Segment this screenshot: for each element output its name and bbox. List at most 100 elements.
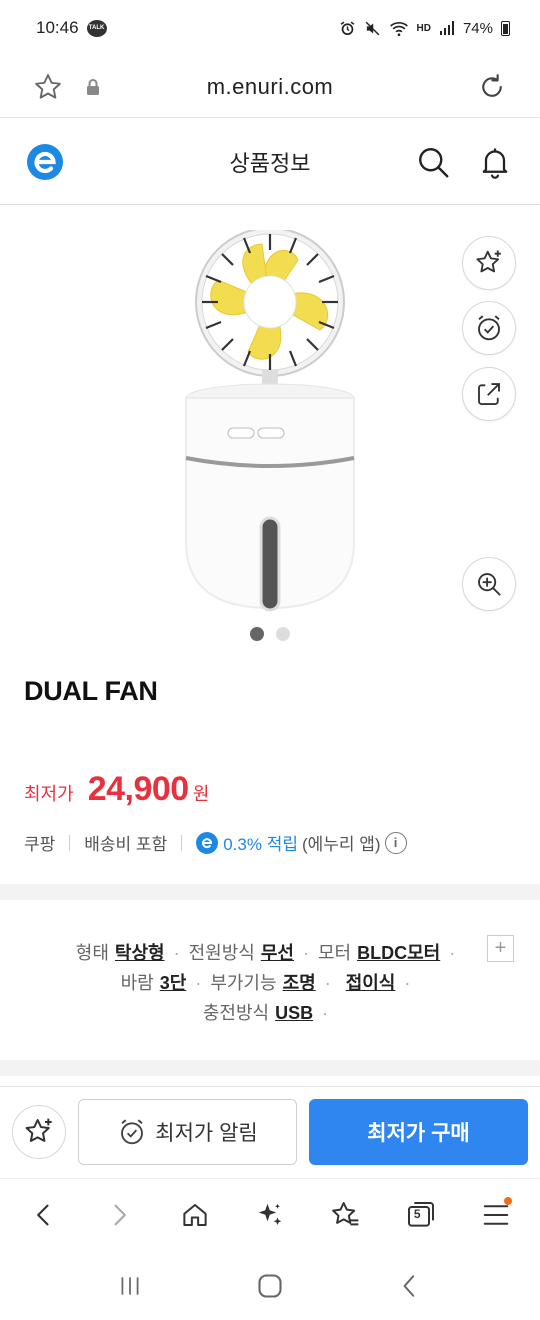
shipping-info-row: 쿠팡 배송비 포함 0.3% 적립 (에누리 앱) i [24,830,407,855]
product-image[interactable] [170,230,370,620]
price-alarm-button[interactable] [462,301,516,355]
app-header: 상품정보 [0,119,540,205]
system-back-icon[interactable] [388,1264,432,1308]
lock-icon [82,76,104,98]
bookmark-star-icon[interactable] [323,1193,367,1237]
search-icon[interactable] [414,143,452,181]
product-name: DUAL FAN [24,676,158,706]
spec-item: 접이식 [340,973,396,993]
spec-dot: · [404,973,411,993]
section-divider [0,884,540,900]
home-circle-icon[interactable] [248,1264,292,1308]
spec-dot: · [173,943,180,963]
lowest-price-alert-button[interactable]: 최저가 알림 [78,1099,297,1165]
star-outline-icon[interactable] [28,67,68,107]
share-button[interactable] [462,367,516,421]
price-label: 최저가 [24,784,74,804]
spec-dot: · [322,1003,329,1023]
spec-dot: · [324,973,331,993]
spec-item: 바람 3단 [121,973,187,993]
pagination-dot-active[interactable] [250,627,264,641]
forward-icon[interactable] [97,1193,141,1237]
spec-dot: · [195,973,202,993]
spec-value[interactable]: BLDC모터 [357,943,440,963]
spec-key: 부가기능 [210,973,277,993]
spec-item: 충전방식 USB [203,1003,313,1023]
spec-value[interactable]: 탁상형 [115,943,165,963]
spec-key: 전원방식 [188,943,255,963]
menu-icon[interactable] [474,1193,518,1237]
spec-value[interactable]: 조명 [283,973,316,993]
mute-icon [365,21,379,35]
pagination-dot[interactable] [276,627,290,641]
spec-dot: · [449,943,456,963]
spec-line: 형태 탁상형 · 전원방식 무선 · 모터 BLDC모터 · [0,939,540,965]
home-icon[interactable] [173,1193,217,1237]
alarm-icon [340,21,354,35]
spec-dot: · [302,943,309,963]
battery-icon [501,20,510,36]
notification-dot [504,1196,513,1205]
lowest-price-buy-button[interactable]: 최저가 구매 [309,1099,528,1165]
spec-line: 바람 3단 · 부가기능 조명 · 접이식 · [0,969,540,995]
shipping-info: 배송비 포함 [84,835,168,854]
cell-signal-icon [439,21,454,35]
price-row: 최저가 24,900 원 [24,770,209,809]
alarm-clock-icon [478,315,500,341]
wishlist-add-button[interactable] [462,236,516,290]
bell-icon[interactable] [476,143,514,181]
reward-rate: 0.3% 적립 [223,835,298,854]
recent-apps-icon[interactable] [108,1264,152,1308]
spec-value[interactable]: USB [275,1003,313,1023]
status-time: 10:46 [36,18,79,37]
zoom-in-icon [478,573,501,596]
buy-button-label: 최저가 구매 [367,1122,470,1145]
zoom-button[interactable] [462,557,516,611]
seller-name[interactable]: 쿠팡 [24,830,55,855]
spec-item: 부가기능 조명 [210,973,315,993]
enuri-point-icon [196,831,219,854]
system-navigation-bar [0,1252,540,1320]
spec-key: 모터 [317,943,352,963]
divider [69,834,71,851]
expand-specs-button[interactable]: + [487,935,514,962]
star-add-icon [476,250,501,273]
spec-summary: 형태 탁상형 · 전원방식 무선 · 모터 BLDC모터 · 바람 3단 · 부가기능 조명 · 접이식 · … [0,900,540,1060]
kakaotalk-notification-icon: TALK [86,19,107,37]
spec-value[interactable]: 접이식 [346,973,396,993]
spec-value[interactable]: 무선 [261,943,294,963]
star-add-icon [25,1118,52,1142]
header-actions [414,143,514,181]
share-icon [478,383,500,405]
spec-item: 전원방식 무선 [189,943,294,963]
reward-note: (에누리 앱) [301,835,381,854]
hd-voice-icon: HD [416,22,431,34]
product-image-gallery[interactable] [0,206,540,656]
divider [181,834,183,851]
wishlist-button[interactable] [12,1105,66,1159]
spec-line: 충전방식 USB · [0,999,540,1025]
spec-item: 모터 BLDC모터 [318,943,440,963]
tab-count: 5 [413,1206,421,1221]
price-unit: 원 [192,784,210,804]
info-icon[interactable]: i [384,831,407,854]
browser-navigation-bar: 5 [0,1178,540,1250]
browser-url-bar: m.enuri.com [0,56,540,118]
spec-value[interactable]: 3단 [160,973,187,993]
tabs-icon[interactable]: 5 [399,1193,443,1237]
back-icon[interactable] [22,1193,66,1237]
spec-item: 형태 탁상형 [76,943,165,963]
status-bar: 10:46 TALK HD 74% [0,0,540,56]
spec-key: 바람 [120,973,154,993]
wifi-icon [389,21,408,36]
url-text[interactable]: m.enuri.com [0,74,540,100]
section-divider [0,1060,540,1076]
enuri-logo-icon[interactable] [26,143,64,181]
sparkle-icon[interactable] [248,1193,292,1237]
reload-icon[interactable] [472,67,512,107]
purchase-action-bar: 최저가 알림 최저가 구매 [0,1086,540,1178]
status-indicators: HD 74% [339,20,510,37]
image-pagination [0,627,540,641]
alert-button-label: 최저가 알림 [155,1122,258,1145]
spec-key: 충전방식 [202,1003,270,1023]
